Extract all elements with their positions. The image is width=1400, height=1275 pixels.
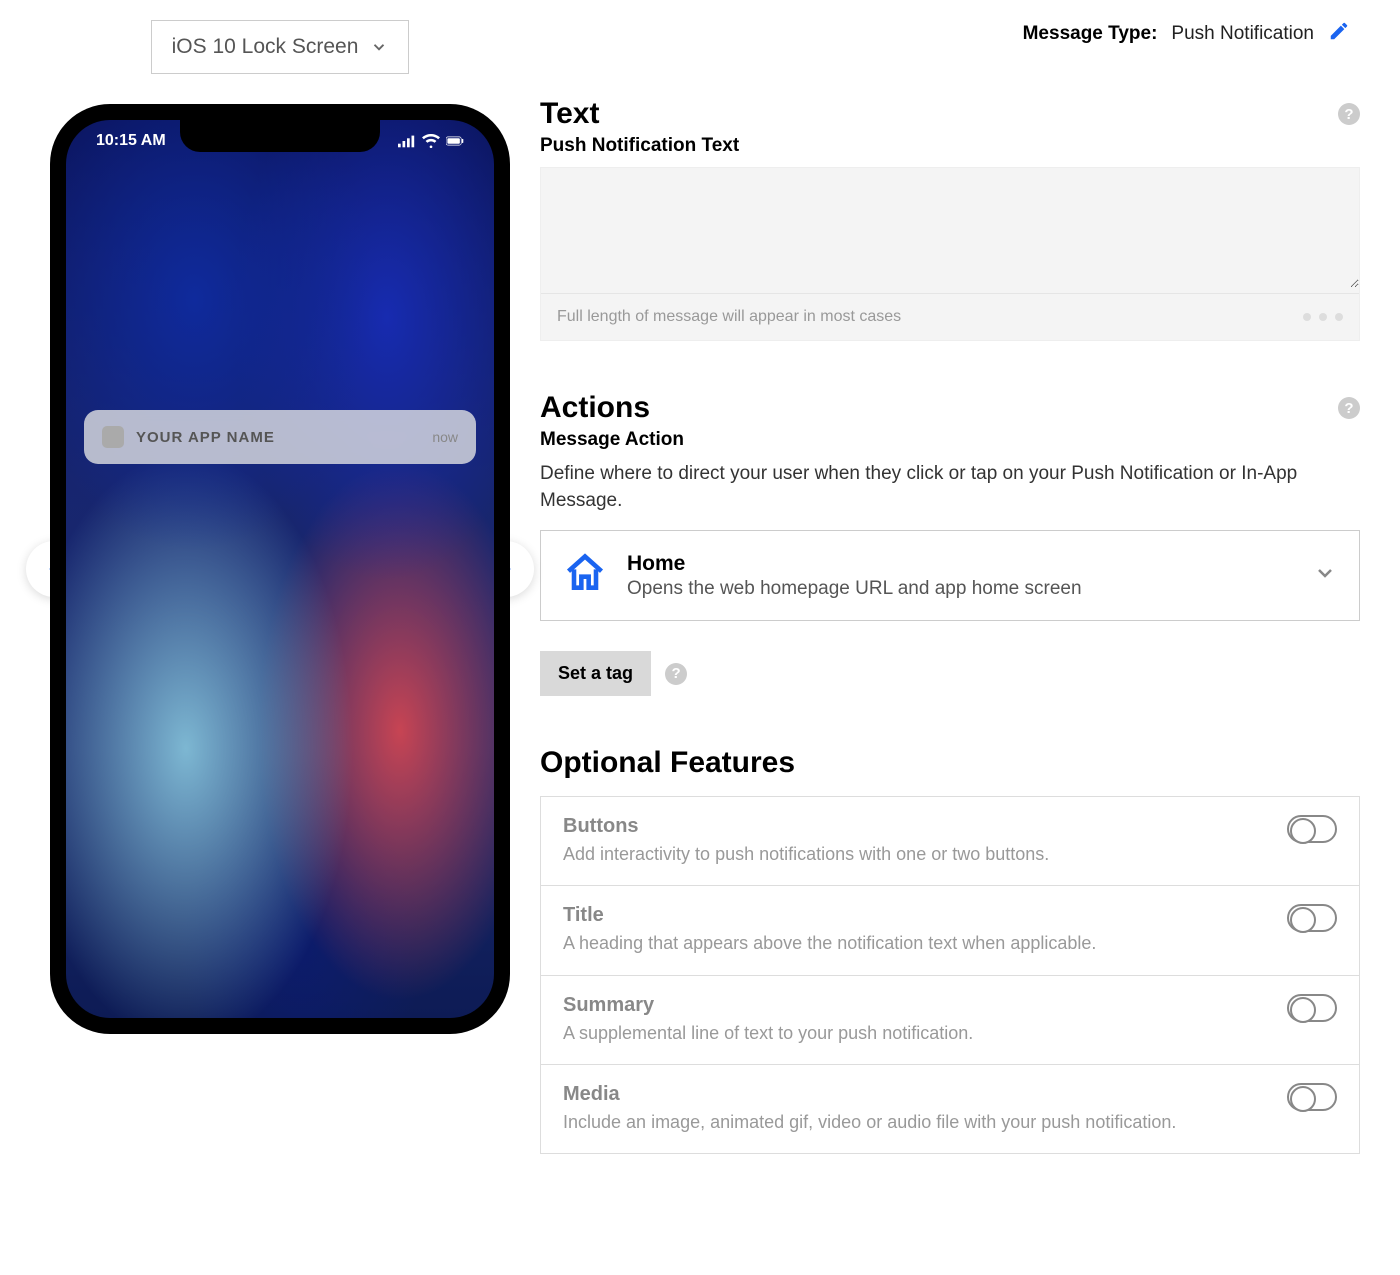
- message-action-desc: Define where to direct your user when th…: [540, 461, 1360, 514]
- message-action-select[interactable]: Home Opens the web homepage URL and app …: [540, 530, 1360, 621]
- notification-preview: YOUR APP NAME now: [84, 410, 476, 464]
- message-action-subhead: Message Action: [540, 429, 1360, 451]
- section-title-text: Text: [540, 97, 599, 131]
- home-icon: [563, 551, 607, 595]
- notification-time: now: [432, 429, 458, 445]
- feature-title: Media: [563, 1083, 1271, 1106]
- feature-desc: A heading that appears above the notific…: [563, 931, 1271, 956]
- feature-title: Buttons: [563, 815, 1271, 838]
- wifi-icon: [422, 134, 440, 148]
- section-title-optional: Optional Features: [540, 746, 1360, 780]
- chevron-down-icon: [370, 38, 388, 56]
- footer-dots: [1303, 313, 1343, 321]
- feature-row-media: Media Include an image, animated gif, vi…: [541, 1065, 1359, 1153]
- signal-icon: [398, 134, 416, 148]
- feature-row-summary: Summary A supplemental line of text to y…: [541, 976, 1359, 1065]
- feature-desc: A supplemental line of text to your push…: [563, 1021, 1271, 1046]
- feature-desc: Include an image, animated gif, video or…: [563, 1110, 1271, 1135]
- help-actions-section[interactable]: ?: [1338, 397, 1360, 419]
- edit-message-type-button[interactable]: [1328, 20, 1350, 47]
- feature-title: Title: [563, 904, 1271, 927]
- feature-row-buttons: Buttons Add interactivity to push notifi…: [541, 797, 1359, 886]
- set-tag-button[interactable]: Set a tag: [540, 651, 651, 696]
- phone-mockup: 10:15 AM YOUR APP NAME now: [50, 104, 510, 1034]
- feature-toggle-summary[interactable]: [1287, 994, 1337, 1022]
- notification-app-icon: [102, 426, 124, 448]
- feature-toggle-buttons[interactable]: [1287, 815, 1337, 843]
- push-text-subhead: Push Notification Text: [540, 135, 1360, 157]
- battery-icon: [446, 134, 464, 148]
- status-time: 10:15 AM: [96, 132, 166, 150]
- message-type-value: Push Notification: [1171, 23, 1314, 45]
- section-title-actions: Actions: [540, 391, 650, 425]
- help-text-section[interactable]: ?: [1338, 103, 1360, 125]
- action-selected-title: Home: [627, 552, 1293, 576]
- feature-desc: Add interactivity to push notifications …: [563, 842, 1271, 867]
- device-preview-select[interactable]: iOS 10 Lock Screen: [151, 20, 410, 74]
- feature-title: Summary: [563, 994, 1271, 1017]
- feature-toggle-media[interactable]: [1287, 1083, 1337, 1111]
- pencil-icon: [1328, 20, 1350, 42]
- notification-app-name: YOUR APP NAME: [136, 429, 420, 446]
- help-set-tag[interactable]: ?: [665, 663, 687, 685]
- device-preview-label: iOS 10 Lock Screen: [172, 35, 359, 59]
- chevron-down-icon: [1313, 561, 1337, 585]
- feature-row-title: Title A heading that appears above the n…: [541, 886, 1359, 975]
- push-notification-textarea[interactable]: [541, 168, 1359, 288]
- feature-toggle-title[interactable]: [1287, 904, 1337, 932]
- message-type-label: Message Type:: [1023, 23, 1158, 45]
- push-text-hint: Full length of message will appear in mo…: [557, 308, 901, 326]
- action-selected-subtitle: Opens the web homepage URL and app home …: [627, 578, 1293, 600]
